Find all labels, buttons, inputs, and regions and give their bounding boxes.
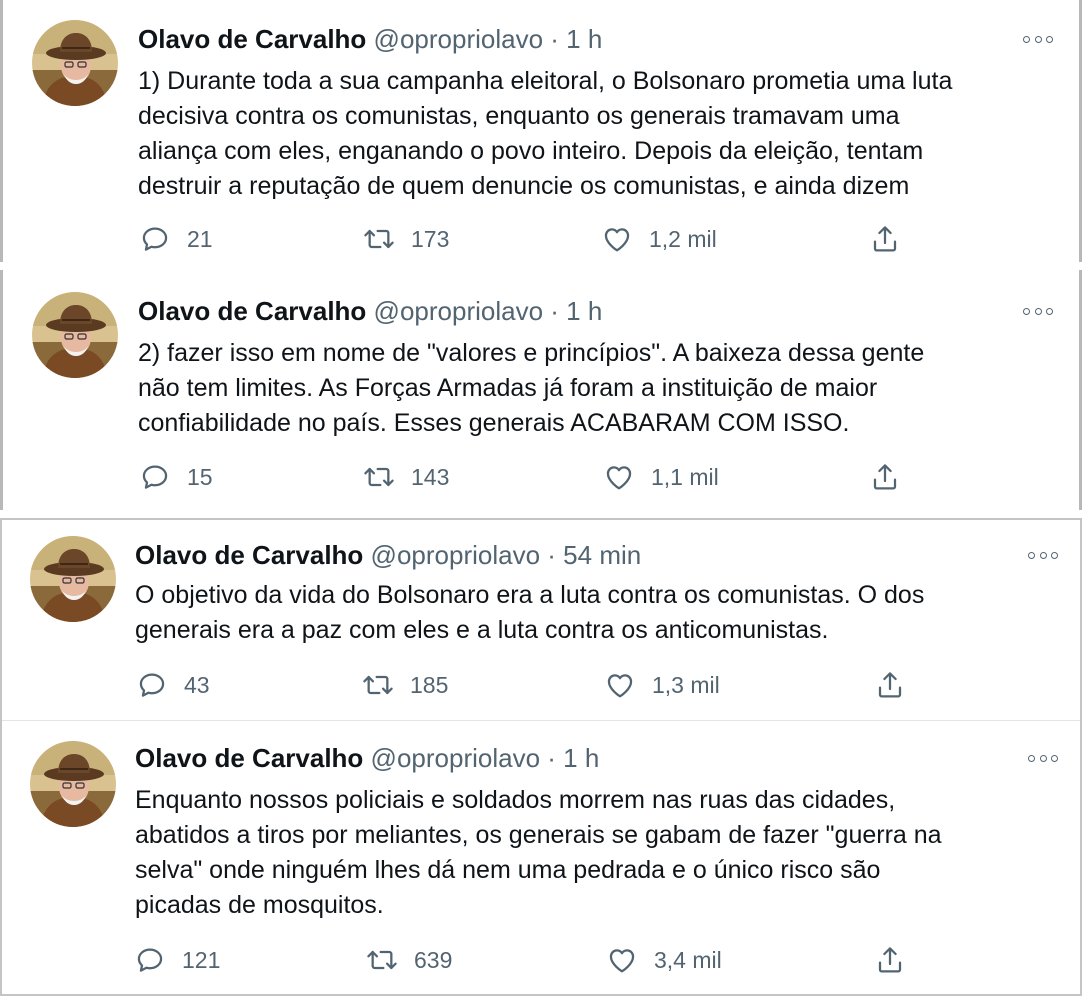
tweet-text-line: abatidos a tiros por meliantes, os gener… [135, 821, 942, 849]
retweet-icon [366, 944, 398, 976]
separator-dot: · [547, 743, 556, 773]
like-icon [606, 944, 638, 976]
tweet-text-line: picadas de mosquitos. [135, 891, 384, 919]
like-icon [604, 669, 636, 701]
timestamp[interactable]: 1 h [566, 24, 602, 54]
tweet-text-line: destruir a reputação de quem denuncie os… [138, 172, 910, 200]
timestamp[interactable]: 1 h [566, 296, 602, 326]
separator-dot: · [547, 540, 556, 570]
more-icon[interactable] [1028, 751, 1058, 765]
retweet-count: 185 [410, 671, 449, 698]
tweet-thread-frame: Olavo de Carvalho @opropriolavo · 54 min… [0, 518, 1082, 996]
author-name[interactable]: Olavo de Carvalho [138, 24, 366, 54]
retweet-button[interactable]: 185 [362, 668, 448, 702]
retweet-count: 173 [411, 225, 450, 252]
more-icon[interactable] [1023, 304, 1053, 318]
like-count: 1,2 mil [649, 225, 717, 252]
share-icon [869, 223, 901, 255]
tweet-card[interactable]: Olavo de Carvalho @opropriolavo · 1 h 1)… [0, 0, 1082, 262]
share-button[interactable] [869, 222, 901, 256]
avatar[interactable] [32, 20, 118, 106]
tweet-card[interactable]: Olavo de Carvalho @opropriolavo · 54 min… [2, 520, 1080, 720]
timestamp[interactable]: 54 min [563, 540, 641, 570]
tweet-header: Olavo de Carvalho @opropriolavo · 1 h [138, 296, 602, 326]
retweet-icon [362, 669, 394, 701]
tweet-text: 1) Durante toda a sua campanha eleitoral… [138, 64, 952, 204]
tweet-text-line: Enquanto nossos policiais e soldados mor… [135, 786, 896, 814]
action-bar: 21 173 1,2 mil [3, 222, 1079, 256]
author-handle[interactable]: @opropriolavo [371, 743, 540, 773]
retweet-count: 143 [411, 463, 450, 490]
like-button[interactable]: 1,1 mil [603, 460, 719, 494]
tweet-text-line: não tem limites. As Forças Armadas já fo… [138, 374, 878, 402]
tweet-text-line: aliança com eles, enganando o povo intei… [138, 137, 924, 165]
share-icon [869, 461, 901, 493]
reply-button[interactable]: 21 [139, 222, 213, 256]
reply-count: 121 [182, 946, 221, 973]
share-icon [874, 944, 906, 976]
tweet-text-line: O objetivo da vida do Bolsonaro era a lu… [135, 581, 925, 609]
reply-button[interactable]: 43 [136, 668, 210, 702]
author-handle[interactable]: @opropriolavo [374, 24, 543, 54]
reply-button[interactable]: 121 [134, 943, 220, 977]
share-button[interactable] [874, 668, 906, 702]
avatar[interactable] [30, 536, 116, 622]
reply-count: 15 [187, 463, 213, 490]
tweet-header: Olavo de Carvalho @opropriolavo · 1 h [138, 24, 602, 54]
tweet-header: Olavo de Carvalho @opropriolavo · 54 min [135, 540, 641, 570]
tweet-text-line: 2) fazer isso em nome de "valores e prin… [138, 339, 925, 367]
tweet-header: Olavo de Carvalho @opropriolavo · 1 h [135, 743, 599, 773]
timestamp[interactable]: 1 h [563, 743, 599, 773]
retweet-count: 639 [414, 946, 453, 973]
retweet-button[interactable]: 639 [366, 943, 452, 977]
separator-dot: · [550, 296, 559, 326]
avatar[interactable] [30, 741, 116, 827]
more-icon[interactable] [1023, 32, 1053, 46]
tweet-card[interactable]: Olavo de Carvalho @opropriolavo · 1 h 2)… [0, 270, 1082, 510]
like-button[interactable]: 1,3 mil [604, 668, 720, 702]
tweet-text: O objetivo da vida do Bolsonaro era a lu… [135, 578, 924, 648]
tweet-text-line: selva" onde ninguém lhes dá nem uma pedr… [135, 856, 881, 884]
retweet-button[interactable]: 143 [363, 460, 449, 494]
like-icon [601, 223, 633, 255]
tweet-text-line: 1) Durante toda a sua campanha eleitoral… [138, 67, 953, 95]
retweet-button[interactable]: 173 [363, 222, 449, 256]
tweet-text: Enquanto nossos policiais e soldados mor… [135, 783, 942, 923]
reply-icon [139, 223, 171, 255]
author-name[interactable]: Olavo de Carvalho [138, 296, 366, 326]
tweet-text-line: confiabilidade no país. Esses generais A… [138, 409, 850, 437]
like-icon [603, 461, 635, 493]
tweet-text: 2) fazer isso em nome de "valores e prin… [138, 336, 924, 441]
author-handle[interactable]: @opropriolavo [371, 540, 540, 570]
separator-dot: · [550, 24, 559, 54]
reply-count: 43 [184, 671, 210, 698]
retweet-icon [363, 461, 395, 493]
reply-icon [136, 669, 168, 701]
like-count: 3,4 mil [654, 946, 722, 973]
author-name[interactable]: Olavo de Carvalho [135, 743, 363, 773]
share-button[interactable] [874, 943, 906, 977]
share-button[interactable] [869, 460, 901, 494]
author-handle[interactable]: @opropriolavo [374, 296, 543, 326]
like-count: 1,1 mil [651, 463, 719, 490]
like-count: 1,3 mil [652, 671, 720, 698]
tweet-text-line: decisiva contra os comunistas, enquanto … [138, 102, 900, 130]
share-icon [874, 669, 906, 701]
tweet-card[interactable]: Olavo de Carvalho @opropriolavo · 1 h En… [2, 721, 1080, 994]
action-bar: 43 185 1,3 mil [2, 668, 1078, 702]
author-name[interactable]: Olavo de Carvalho [135, 540, 363, 570]
action-bar: 15 143 1,1 mil [3, 460, 1079, 494]
retweet-icon [363, 223, 395, 255]
more-icon[interactable] [1028, 548, 1058, 562]
like-button[interactable]: 1,2 mil [601, 222, 717, 256]
reply-icon [134, 944, 166, 976]
like-button[interactable]: 3,4 mil [606, 943, 722, 977]
reply-button[interactable]: 15 [139, 460, 213, 494]
tweet-text-line: generais era a paz com eles e a luta con… [135, 616, 829, 644]
avatar[interactable] [32, 292, 118, 378]
action-bar: 121 639 3,4 mil [2, 943, 1078, 977]
reply-count: 21 [187, 225, 213, 252]
reply-icon [139, 461, 171, 493]
